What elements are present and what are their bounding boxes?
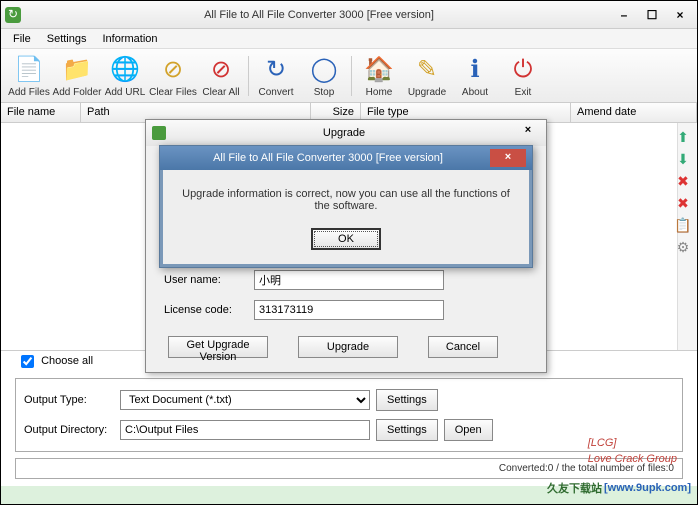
add-folder-button[interactable]: 📁Add Folder xyxy=(53,51,101,101)
col-filename[interactable]: File name xyxy=(1,103,81,122)
toolbar: 📄Add Files📁Add Folder🌐Add URL⊘Clear File… xyxy=(1,49,697,103)
add-url-icon: 🌐 xyxy=(109,54,141,86)
output-type-settings-button[interactable]: Settings xyxy=(376,389,438,411)
clear-files-button[interactable]: ⊘Clear Files xyxy=(149,51,197,101)
stop-icon: ◯ xyxy=(308,54,340,86)
maximize-button[interactable]: ☐ xyxy=(639,6,665,24)
about-button[interactable]: ℹAbout xyxy=(451,51,499,101)
sidebar-tools: ⬆ ⬇ ✖ ✖ 📋 ⚙ xyxy=(675,129,693,255)
stop-button[interactable]: ◯Stop xyxy=(300,51,348,101)
exit-icon: ⏻ xyxy=(507,54,539,86)
home-icon: 🏠 xyxy=(363,54,395,86)
clear-all-button[interactable]: ⊘Clear All xyxy=(197,51,245,101)
license-input[interactable] xyxy=(254,300,444,320)
username-input[interactable] xyxy=(254,270,444,290)
exit-button[interactable]: ⏻Exit xyxy=(499,51,547,101)
upgrade-button[interactable]: ✎Upgrade xyxy=(403,51,451,101)
minimize-button[interactable]: – xyxy=(611,6,637,24)
watermark-site: 久友下载站 [www.9upk.com] xyxy=(547,480,691,496)
upgrade-dialog-icon xyxy=(152,126,166,140)
alert-ok-button[interactable]: OK xyxy=(311,228,381,250)
clear-files-icon: ⊘ xyxy=(157,54,189,86)
choose-all-checkbox[interactable]: Choose all xyxy=(21,355,93,367)
main-titlebar: All File to All File Converter 3000 [Fre… xyxy=(1,1,697,29)
convert-button[interactable]: ↻Convert xyxy=(252,51,300,101)
col-amenddate[interactable]: Amend date xyxy=(571,103,697,122)
output-dir-label: Output Directory: xyxy=(24,424,114,436)
menu-information[interactable]: Information xyxy=(94,31,165,47)
output-type-select[interactable]: Text Document (*.txt) xyxy=(120,390,370,410)
output-panel: Output Type: Text Document (*.txt) Setti… xyxy=(15,378,683,452)
convert-icon: ↻ xyxy=(260,54,292,86)
output-dir-input[interactable] xyxy=(120,420,370,440)
add-url-button[interactable]: 🌐Add URL xyxy=(101,51,149,101)
sidebar-icon-1[interactable]: ⬇ xyxy=(675,151,691,167)
upgrade-button[interactable]: Upgrade xyxy=(298,336,398,358)
sidebar-icon-2[interactable]: ✖ xyxy=(675,173,691,189)
cancel-button[interactable]: Cancel xyxy=(428,336,498,358)
choose-all-label: Choose all xyxy=(41,355,93,367)
username-label: User name: xyxy=(164,274,254,286)
choose-all-input[interactable] xyxy=(21,355,34,368)
menu-settings[interactable]: Settings xyxy=(39,31,95,47)
close-button[interactable]: × xyxy=(667,6,693,24)
upgrade-dialog-close[interactable]: × xyxy=(516,124,540,142)
alert-dialog: All File to All File Converter 3000 [Fre… xyxy=(159,145,533,268)
license-label: License code: xyxy=(164,304,254,316)
sidebar-icon-0[interactable]: ⬆ xyxy=(675,129,691,145)
clear-all-icon: ⊘ xyxy=(205,54,237,86)
window-title: All File to All File Converter 3000 [Fre… xyxy=(27,9,611,21)
sidebar-icon-5[interactable]: ⚙ xyxy=(675,239,691,255)
output-dir-settings-button[interactable]: Settings xyxy=(376,419,438,441)
alert-message: Upgrade information is correct, now you … xyxy=(177,188,515,212)
add-files-button[interactable]: 📄Add Files xyxy=(5,51,53,101)
menu-bar: File Settings Information xyxy=(1,29,697,49)
status-bar: Converted:0 / the total number of files:… xyxy=(15,458,683,479)
output-dir-open-button[interactable]: Open xyxy=(444,419,493,441)
get-upgrade-version-button[interactable]: Get Upgrade Version xyxy=(168,336,268,358)
home-button[interactable]: 🏠Home xyxy=(355,51,403,101)
sidebar-icon-4[interactable]: 📋 xyxy=(675,217,691,233)
alert-title: All File to All File Converter 3000 [Fre… xyxy=(166,152,490,164)
sidebar-icon-3[interactable]: ✖ xyxy=(675,195,691,211)
output-type-label: Output Type: xyxy=(24,394,114,406)
upgrade-dialog-title: Upgrade xyxy=(172,127,516,139)
about-icon: ℹ xyxy=(459,54,491,86)
menu-file[interactable]: File xyxy=(5,31,39,47)
watermark-stripe xyxy=(1,486,697,504)
upgrade-icon: ✎ xyxy=(411,54,443,86)
add-folder-icon: 📁 xyxy=(61,54,93,86)
alert-close-button[interactable]: × xyxy=(490,149,526,167)
add-files-icon: 📄 xyxy=(13,54,45,86)
app-icon xyxy=(5,7,21,23)
